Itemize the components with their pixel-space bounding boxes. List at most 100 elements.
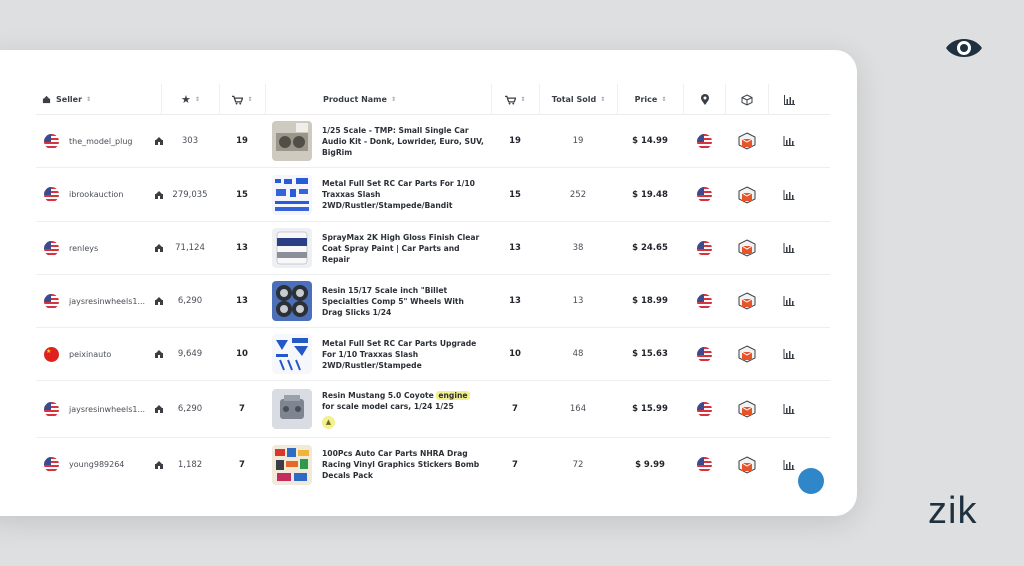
seller-rating: 9,649 bbox=[177, 349, 203, 359]
product-cell[interactable]: SprayMax 2K High Gloss Finish Clear Coat… bbox=[322, 222, 484, 274]
product-sales: 10 bbox=[509, 349, 521, 359]
seller-icon bbox=[42, 95, 51, 104]
location-cell bbox=[683, 222, 725, 274]
product-box-button[interactable] bbox=[725, 168, 768, 221]
product-box-button[interactable] bbox=[725, 275, 768, 327]
bar-chart-icon bbox=[783, 459, 795, 470]
box-icon bbox=[738, 400, 755, 418]
seller-rating: 71,124 bbox=[175, 243, 205, 253]
seller-name[interactable]: ibrookauction bbox=[69, 190, 123, 199]
table-row[interactable]: the_model_plug 303 19 1/25 Scale - TMP: … bbox=[36, 115, 830, 168]
product-thumbnail[interactable] bbox=[272, 222, 312, 274]
product-name[interactable]: Resin 15/17 Scale inch "Billet Specialti… bbox=[322, 285, 484, 318]
table-row[interactable]: young989264 1,182 7 100Pcs Auto Car Part… bbox=[36, 438, 830, 491]
product-name[interactable]: 100Pcs Auto Car Parts NHRA Drag Racing V… bbox=[322, 448, 484, 481]
product-sales: 7 bbox=[512, 404, 518, 414]
product-thumbnail[interactable] bbox=[272, 328, 312, 380]
location-cell bbox=[683, 328, 725, 380]
box-icon bbox=[738, 185, 755, 204]
seller-name[interactable]: jaysresinwheels1... bbox=[69, 405, 145, 414]
seller-name[interactable]: young989264 bbox=[69, 460, 124, 469]
seller-name[interactable]: renleys bbox=[69, 244, 98, 253]
table-row[interactable]: jaysresinwheels1... 6,290 13 Resin 15/17… bbox=[36, 275, 830, 328]
box-icon bbox=[738, 345, 755, 363]
cart-icon bbox=[505, 95, 517, 105]
seller-sales: 19 bbox=[236, 136, 248, 146]
table-row[interactable]: peixinauto 9,649 10 Metal Full Set RC Ca… bbox=[36, 328, 830, 381]
price: $ 15.99 bbox=[632, 404, 668, 414]
us-flag-icon bbox=[44, 401, 59, 417]
header-price[interactable]: Price ⇕ bbox=[617, 84, 683, 115]
table-row[interactable]: renleys 71,124 13 SprayMax 2K High Gloss… bbox=[36, 222, 830, 275]
header-seller[interactable]: Seller ⇕ bbox=[36, 84, 161, 115]
total-sold: 164 bbox=[569, 404, 587, 414]
header-product-sales[interactable]: ⇕ bbox=[491, 84, 539, 115]
us-flag-icon bbox=[44, 293, 59, 309]
product-cell[interactable]: Metal Full Set RC Car Parts Upgrade For … bbox=[322, 328, 484, 380]
us-flag-icon bbox=[696, 240, 712, 256]
header-box[interactable] bbox=[725, 84, 768, 115]
product-cell[interactable]: 100Pcs Auto Car Parts NHRA Drag Racing V… bbox=[322, 438, 484, 491]
product-thumbnail[interactable] bbox=[272, 115, 312, 167]
product-box-button[interactable] bbox=[725, 438, 768, 491]
product-cell[interactable]: Resin 15/17 Scale inch "Billet Specialti… bbox=[322, 275, 484, 327]
header-rating[interactable]: ★ ⇕ bbox=[161, 84, 219, 115]
product-cell[interactable]: Resin Mustang 5.0 Coyote engine for scal… bbox=[322, 381, 484, 437]
product-chart-button[interactable] bbox=[768, 275, 810, 327]
product-name[interactable]: Metal Full Set RC Car Parts For 1/10 Tra… bbox=[322, 178, 484, 211]
results-card: Seller ⇕ ★ ⇕ ⇕ Product Name ⇕ ⇕ Total Sold ⇕… bbox=[0, 50, 857, 516]
product-thumbnail[interactable] bbox=[272, 438, 312, 491]
product-thumbnail[interactable] bbox=[272, 275, 312, 327]
header-product[interactable]: Product Name ⇕ bbox=[265, 84, 491, 115]
us-flag-icon bbox=[44, 187, 59, 202]
seller-cell: ibrookauction bbox=[44, 168, 161, 221]
product-box-button[interactable] bbox=[725, 328, 768, 380]
product-box-button[interactable] bbox=[725, 381, 768, 437]
total-sold: 72 bbox=[572, 459, 584, 470]
product-sales: 7 bbox=[512, 459, 518, 470]
product-chart-button[interactable] bbox=[768, 222, 810, 274]
product-thumbnail[interactable] bbox=[272, 168, 312, 221]
seller-name[interactable]: jaysresinwheels1... bbox=[69, 297, 145, 306]
eye-icon bbox=[946, 39, 982, 57]
price: $ 24.65 bbox=[632, 243, 668, 253]
product-cell[interactable]: Metal Full Set RC Car Parts For 1/10 Tra… bbox=[322, 168, 484, 221]
total-sold: 38 bbox=[572, 243, 584, 253]
price: $ 15.63 bbox=[632, 349, 668, 359]
seller-name[interactable]: the_model_plug bbox=[69, 137, 133, 146]
bar-chart-icon bbox=[783, 404, 795, 414]
header-total-sold[interactable]: Total Sold ⇕ bbox=[539, 84, 617, 115]
box-icon bbox=[738, 239, 755, 257]
seller-rating: 6,290 bbox=[177, 404, 203, 414]
bar-chart-icon bbox=[784, 94, 795, 105]
product-name[interactable]: 1/25 Scale - TMP: Small Single Car Audio… bbox=[322, 125, 484, 158]
seller-sales: 7 bbox=[239, 459, 245, 470]
product-chart-button[interactable] bbox=[768, 381, 810, 437]
us-flag-icon bbox=[44, 133, 59, 149]
bar-chart-icon bbox=[783, 136, 795, 146]
product-chart-button[interactable] bbox=[768, 168, 810, 221]
seller-rating: 1,182 bbox=[177, 459, 203, 470]
product-box-button[interactable] bbox=[725, 115, 768, 167]
product-box-button[interactable] bbox=[725, 222, 768, 274]
chat-bubble-button[interactable] bbox=[798, 468, 824, 494]
product-cell[interactable]: 1/25 Scale - TMP: Small Single Car Audio… bbox=[322, 115, 484, 167]
us-flag-icon bbox=[44, 240, 59, 256]
header-sales[interactable]: ⇕ bbox=[219, 84, 265, 115]
box-icon bbox=[738, 292, 755, 310]
header-chart[interactable] bbox=[768, 84, 810, 115]
product-name[interactable]: Metal Full Set RC Car Parts Upgrade For … bbox=[322, 338, 484, 371]
header-location[interactable] bbox=[683, 84, 725, 115]
location-cell bbox=[683, 275, 725, 327]
warning-icon[interactable]: ▲ bbox=[322, 415, 335, 429]
product-chart-button[interactable] bbox=[768, 115, 810, 167]
table-row[interactable]: jaysresinwheels1... 6,290 7 Resin Mustan… bbox=[36, 381, 830, 438]
cn-flag-icon bbox=[44, 346, 59, 362]
table-row[interactable]: ibrookauction 279,035 15 Metal Full Set … bbox=[36, 168, 830, 222]
product-chart-button[interactable] bbox=[768, 328, 810, 380]
product-thumbnail[interactable] bbox=[272, 381, 312, 437]
product-name[interactable]: SprayMax 2K High Gloss Finish Clear Coat… bbox=[322, 232, 484, 265]
price: $ 9.99 bbox=[635, 459, 665, 470]
product-name[interactable]: Resin Mustang 5.0 Coyote engine for scal… bbox=[322, 390, 484, 412]
seller-name[interactable]: peixinauto bbox=[69, 350, 111, 359]
